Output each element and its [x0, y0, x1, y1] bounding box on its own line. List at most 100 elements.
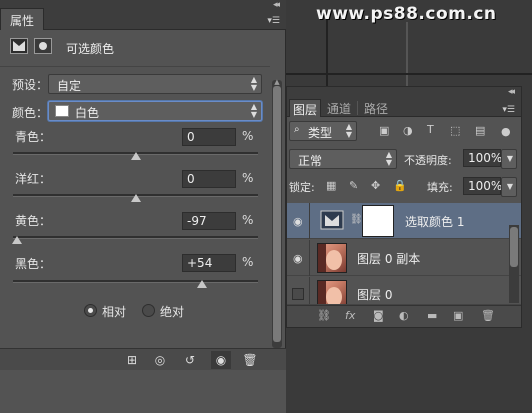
properties-bottom-area	[0, 370, 286, 413]
filter-kind-value: 类型	[308, 126, 333, 140]
colors-select[interactable]: 白色 ▲ ▼	[48, 101, 262, 121]
adjustment-title: 可选颜色	[66, 42, 115, 56]
opacity-input[interactable]: 100%	[463, 149, 502, 167]
slider-thumb[interactable]	[130, 194, 141, 202]
slider-label: 洋红：	[15, 172, 52, 186]
shape-filter-icon[interactable]: ⬚	[450, 124, 460, 137]
link-icon[interactable]: ⛓	[350, 214, 363, 225]
opacity-label: 不透明度:	[404, 154, 452, 167]
slider-thumb[interactable]	[196, 280, 207, 288]
updown-arrow-icon: ▲ ▼	[345, 122, 352, 139]
magenta-value-input[interactable]: 0	[182, 170, 236, 188]
divider	[0, 66, 270, 67]
percent-unit: %	[242, 171, 254, 185]
divider	[357, 101, 358, 115]
updown-arrow-icon: ▲ ▼	[250, 102, 257, 119]
preset-label: 预设：	[12, 78, 49, 92]
reset-icon[interactable]: ↺	[180, 351, 200, 369]
layer-name[interactable]: 图层 0 副本	[357, 250, 420, 267]
lock-all-icon[interactable]: 🔒	[393, 179, 407, 192]
search-icon: ⌕	[294, 124, 300, 135]
lock-transparent-icon[interactable]: ▦	[326, 179, 336, 192]
new-layer-icon[interactable]: ▣	[453, 309, 463, 322]
layer-thumbnail	[317, 243, 347, 273]
preset-value: 自定	[57, 79, 82, 93]
new-adjustment-icon[interactable]: ◐	[399, 309, 409, 322]
type-filter-icon[interactable]: T	[427, 123, 434, 136]
pixel-filter-icon[interactable]: ▣	[379, 124, 389, 137]
mask-icon[interactable]	[34, 38, 52, 54]
canvas-guide	[406, 22, 408, 86]
visibility-icon[interactable]: ◉	[211, 351, 231, 369]
slider-track[interactable]	[13, 280, 258, 283]
layers-footer: ⛓ fx ◙ ◐ ▬ ▣ 🗑	[287, 305, 521, 327]
fill-dropdown[interactable]: ▼	[501, 177, 517, 197]
relative-radio[interactable]	[84, 304, 97, 317]
panel-menu-icon[interactable]: ▾☰	[267, 16, 280, 26]
colors-label: 颜色：	[12, 106, 49, 120]
scroll-thumb[interactable]	[273, 86, 281, 342]
layer-row[interactable]: ◉ 图层 0 副本	[287, 240, 521, 276]
clip-to-layer-icon[interactable]: ⊞	[122, 351, 142, 369]
trash-icon[interactable]: 🗑	[481, 309, 495, 322]
visibility-toggle[interactable]	[292, 288, 304, 300]
layer-name[interactable]: 选取颜色 1	[405, 213, 464, 230]
slider-thumb[interactable]	[130, 152, 141, 160]
divider	[309, 240, 310, 276]
tab-properties[interactable]: 属性	[0, 8, 44, 30]
lock-label: 锁定:	[289, 181, 315, 194]
slider-label: 黑色：	[15, 257, 52, 271]
fill-input[interactable]: 100%	[463, 177, 502, 195]
trash-icon[interactable]: 🗑	[240, 351, 260, 369]
layer-row[interactable]: ◉ ⛓ 选取颜色 1	[287, 203, 521, 239]
preset-select[interactable]: 自定 ▲ ▼	[48, 74, 262, 94]
filter-toggle-icon[interactable]: ●	[501, 125, 511, 138]
eye-icon[interactable]: ◉	[293, 252, 303, 265]
slider-track[interactable]	[13, 236, 258, 239]
fx-icon[interactable]: fx	[345, 309, 355, 322]
adjustment-filter-icon[interactable]: ◑	[403, 124, 413, 137]
filter-kind-select[interactable]: ⌕ 类型 ▲ ▼	[289, 121, 357, 141]
layer-thumbnail	[317, 280, 347, 304]
lock-brush-icon[interactable]: ✎	[349, 179, 358, 192]
eye-icon[interactable]: ◉	[293, 215, 303, 228]
tab-layers[interactable]: 图层	[289, 99, 322, 117]
blend-mode-select[interactable]: 正常 ▲ ▼	[289, 149, 397, 169]
smart-object-filter-icon[interactable]: ▤	[475, 124, 485, 137]
tab-paths[interactable]: 路径	[361, 99, 391, 117]
layers-tabbar: ◂◂ 图层 通道 路径 ▾☰	[287, 87, 521, 117]
layer-row[interactable]: 图层 0	[287, 277, 521, 305]
slider-thumb[interactable]	[11, 236, 22, 244]
new-group-icon[interactable]: ▬	[427, 309, 437, 322]
view-previous-icon[interactable]: ◎	[150, 351, 170, 369]
percent-unit: %	[242, 213, 254, 227]
watermark: www.ps88.com.cn	[316, 4, 497, 24]
color-swatch	[55, 105, 69, 117]
collapse-icon[interactable]: ◂◂	[508, 87, 515, 97]
tab-channels[interactable]: 通道	[324, 99, 354, 117]
colors-value: 白色	[75, 106, 100, 120]
selective-color-layer-icon	[319, 208, 345, 232]
chevron-down-icon: ▼	[506, 182, 513, 191]
collapse-icon[interactable]: ◂◂	[273, 0, 280, 10]
link-layers-icon[interactable]: ⛓	[317, 309, 331, 322]
layer-name[interactable]: 图层 0	[357, 286, 392, 303]
layer-mask-thumbnail[interactable]	[363, 206, 393, 236]
cyan-value-input[interactable]: 0	[182, 128, 236, 146]
yellow-value-input[interactable]: -97	[182, 212, 236, 230]
properties-footer: ⊞ ◎ ↺ ◉ 🗑	[0, 348, 286, 370]
black-value-input[interactable]: +54	[182, 254, 236, 272]
layers-scrollbar[interactable]	[509, 225, 519, 303]
panel-menu-icon[interactable]: ▾☰	[502, 105, 515, 115]
updown-arrow-icon: ▲ ▼	[250, 75, 257, 92]
properties-scrollbar[interactable]: ▲	[272, 78, 282, 348]
divider	[309, 203, 310, 239]
scroll-up-icon[interactable]: ▲	[272, 78, 282, 86]
add-mask-icon[interactable]: ◙	[373, 309, 384, 322]
slider-label: 黄色：	[15, 214, 52, 228]
scroll-thumb[interactable]	[510, 227, 518, 267]
lock-position-icon[interactable]: ✥	[371, 179, 380, 192]
opacity-dropdown[interactable]: ▼	[501, 149, 517, 169]
absolute-radio[interactable]	[142, 304, 155, 317]
properties-tabbar: 属性 ◂◂ ▾☰	[0, 0, 286, 30]
